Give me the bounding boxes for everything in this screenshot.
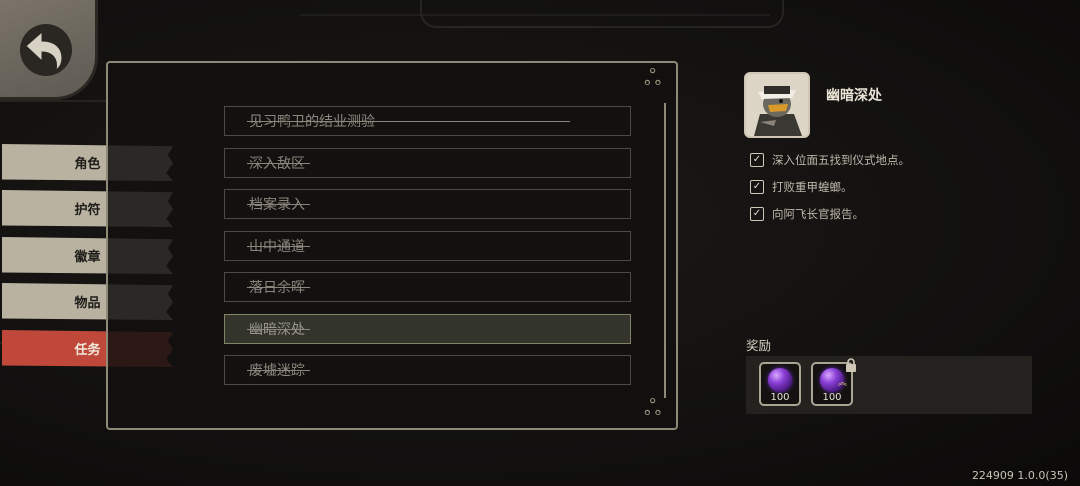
strikethrough — [247, 204, 310, 205]
ornament-icon: ஃ — [644, 66, 662, 91]
quest-list-scrollbar[interactable] — [664, 103, 666, 398]
tab-label: 物品 — [74, 296, 101, 311]
version-label: 224909 1.0.0(35) — [971, 469, 1068, 482]
objective-text: 打败重甲蝗螂。 — [772, 180, 853, 194]
purple-orb-icon — [768, 368, 792, 392]
quest-item[interactable]: 山中通道 — [224, 231, 631, 261]
checkbox-checked-icon: ✓ — [750, 180, 764, 194]
objective-item: ✓ 打败重甲蝗螂。 — [750, 179, 853, 195]
tab-label: 护符 — [74, 203, 101, 218]
strikethrough — [247, 329, 310, 330]
strikethrough — [247, 246, 310, 247]
quest-item[interactable]: 落日余晖 — [224, 272, 631, 302]
back-button[interactable] — [0, 0, 95, 97]
quest-item[interactable]: 深入敌区 — [224, 148, 631, 178]
decorative-frame — [420, 0, 784, 28]
quest-item[interactable]: 档案录入 — [224, 189, 631, 219]
strikethrough — [247, 163, 310, 164]
back-arrow-icon — [20, 24, 72, 76]
strikethrough — [247, 287, 310, 288]
checkbox-checked-icon: ✓ — [750, 153, 764, 167]
rank-chevron-icon: ︽ — [837, 378, 847, 388]
strikethrough — [247, 370, 310, 371]
tab-label: 角色 — [74, 157, 101, 172]
duck-captain-icon — [746, 74, 808, 136]
ornament-icon: ஃ — [644, 396, 662, 421]
checkbox-checked-icon: ✓ — [750, 207, 764, 221]
tab-label: 任务 — [74, 343, 101, 358]
quest-item[interactable]: 见习鸭卫的结业测验 — [224, 106, 631, 136]
objective-text: 向阿飞长官报告。 — [772, 207, 864, 221]
quest-item[interactable]: 废墟迷踪 — [224, 355, 631, 385]
objective-text: 深入位面五找到仪式地点。 — [772, 153, 910, 167]
rewards-label: 奖励 — [746, 338, 772, 353]
tab-label: 徽章 — [74, 250, 101, 265]
lock-icon — [846, 358, 856, 372]
reward-quantity: 100 — [822, 392, 842, 403]
quest-item-selected[interactable]: 幽暗深处 — [224, 314, 631, 344]
reward-quantity: 100 — [770, 392, 790, 403]
objective-item: ✓ 深入位面五找到仪式地点。 — [750, 152, 910, 168]
quest-giver-portrait — [744, 72, 810, 138]
quest-detail-title: 幽暗深处 — [826, 88, 882, 104]
reward-item[interactable]: 100 — [759, 362, 801, 406]
objective-item: ✓ 向阿飞长官报告。 — [750, 206, 864, 222]
strikethrough — [247, 121, 570, 122]
